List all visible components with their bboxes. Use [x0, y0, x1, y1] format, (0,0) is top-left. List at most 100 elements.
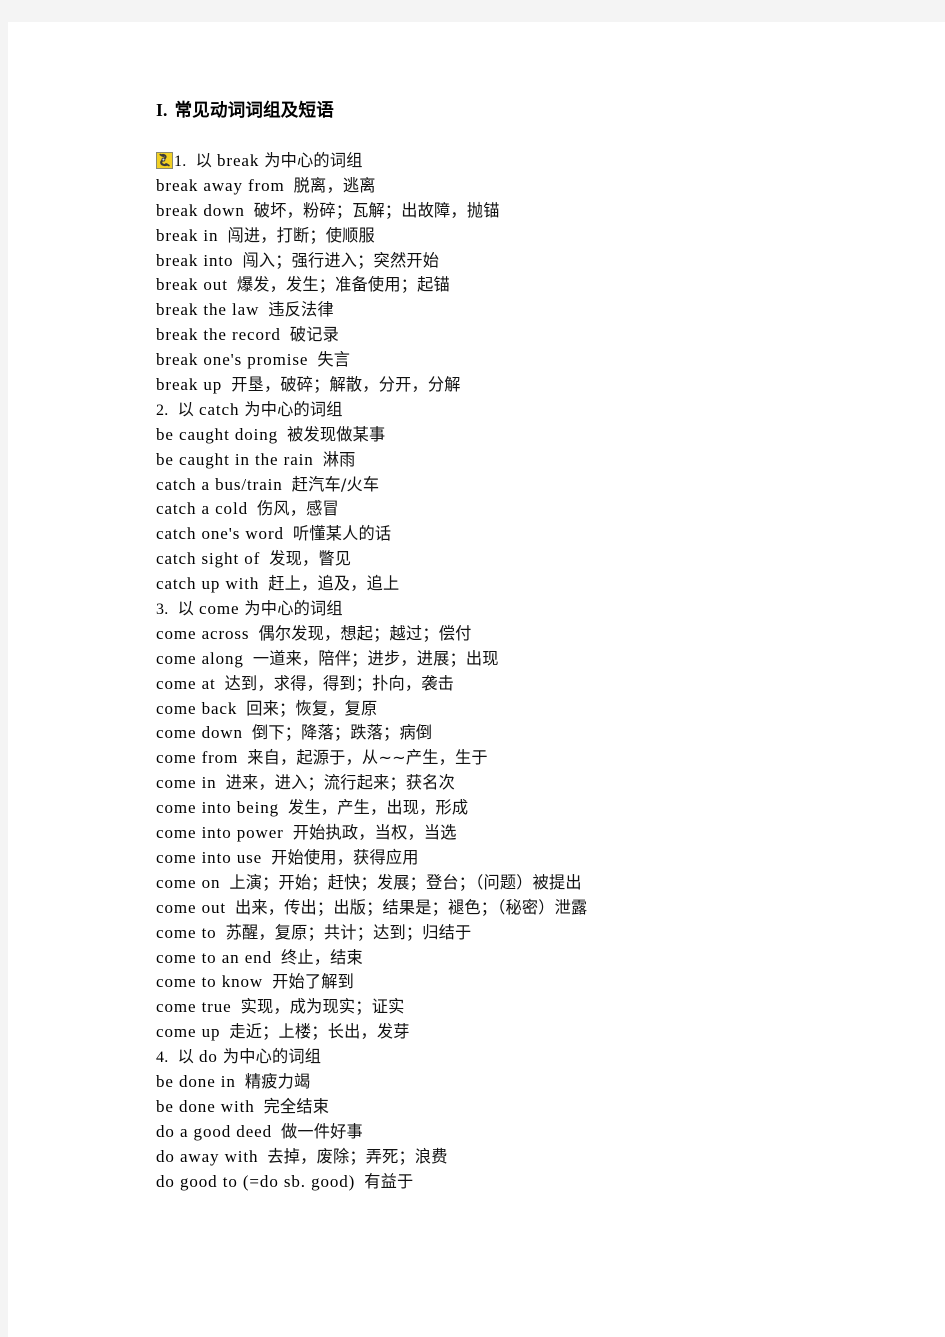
phrase-entry: break away from 脱离，逃离 — [156, 174, 908, 199]
phrase-chinese: 赶上，追及，追上 — [268, 574, 400, 594]
phrase-chinese: 发现，瞥见 — [269, 549, 352, 569]
phrase-chinese: 回来；恢复，复原 — [246, 698, 378, 718]
phrase-entry: come at 达到，求得，得到；扑向，袭击 — [156, 672, 908, 697]
phrase-chinese: 发生，产生，出现，形成 — [288, 798, 469, 818]
phrase-english: catch a cold — [156, 499, 248, 519]
phrase-entry: come up 走近；上楼；长出，发芽 — [156, 1020, 908, 1045]
phrase-english: break the law — [156, 300, 260, 320]
phrase-chinese: 破坏，粉碎；瓦解；出故障，抛锚 — [253, 200, 500, 220]
phrase-english: do good to (=do sb. good) — [156, 1171, 356, 1191]
phrase-english: come into being — [156, 798, 280, 818]
phrase-entry: be done with 完全结束 — [156, 1095, 908, 1120]
phrase-chinese: 有益于 — [364, 1171, 414, 1191]
phrase-entry: come in 进来，进入；流行起来；获名次 — [156, 771, 908, 796]
phrase-chinese: 听懂某人的话 — [292, 524, 392, 544]
phrase-chinese: 一道来，陪伴；进步，进展；出现 — [252, 648, 499, 668]
phrase-chinese: 达到，求得，得到；扑向，袭击 — [224, 673, 455, 693]
phrase-english: break down — [156, 200, 245, 220]
phrase-chinese: 开始使用，获得应用 — [271, 847, 419, 867]
phrase-entry: be caught in the rain 淋雨 — [156, 448, 908, 473]
section-title-keyword: do — [199, 1047, 218, 1067]
phrase-chinese: 苏醒，复原；共计；达到；归结于 — [225, 922, 472, 942]
phrase-english: come across — [156, 623, 250, 643]
phrase-entry: come along 一道来，陪伴；进步，进展；出现 — [156, 647, 908, 672]
phrase-english: be done with — [156, 1096, 255, 1116]
phrase-chinese: 进来，进入；流行起来；获名次 — [225, 773, 456, 793]
phrase-entry: catch up with 赶上，追及，追上 — [156, 572, 908, 597]
phrase-english: come up — [156, 1022, 221, 1042]
phrase-list: 1. 以 break 为中心的词组 break away from 脱离，逃离 break … — [148, 149, 908, 1194]
phrase-chinese: 去掉，废除；弄死；浪费 — [267, 1146, 448, 1166]
ole-object-icon[interactable] — [156, 152, 173, 169]
phrase-chinese: 上演；开始；赶快；发展；登台；（问题）被提出 — [229, 872, 582, 892]
phrase-english: come to an end — [156, 947, 272, 967]
phrase-entry: break one's promise 失言 — [156, 348, 908, 373]
section-number: 2. — [156, 401, 169, 419]
phrase-chinese: 爆发，发生；准备使用；起锚 — [236, 275, 450, 295]
phrase-entry: break up 开垦，破碎；解散，分开，分解 — [156, 373, 908, 398]
phrase-chinese: 脱离，逃离 — [293, 175, 376, 195]
phrase-chinese: 违反法律 — [268, 300, 334, 320]
phrase-entry: catch a cold 伤风，感冒 — [156, 497, 908, 522]
phrase-english: come to — [156, 922, 217, 942]
document-page: I. 常见动词词组及短语 1. 以 break 为中心的词组 break away fro… — [8, 22, 945, 1337]
section-heading: 2. 以 catch 为中心的词组 — [156, 398, 908, 423]
phrase-entry: break the record 破记录 — [156, 323, 908, 348]
phrase-entry: be caught doing 被发现做某事 — [156, 423, 908, 448]
section-title-keyword: catch — [199, 399, 240, 419]
phrase-entry: come to an end 终止，结束 — [156, 946, 908, 971]
section-title-prefix: 以 — [177, 599, 194, 619]
section-number: 1. — [174, 153, 187, 170]
phrase-english: break up — [156, 375, 223, 395]
phrase-chinese: 开垦，破碎；解散，分开，分解 — [231, 375, 461, 395]
phrase-english: come down — [156, 723, 243, 743]
phrase-entry: break the law 违反法律 — [156, 298, 908, 323]
phrase-chinese: 闯进，打断；使顺服 — [227, 225, 375, 245]
phrase-entry: come on 上演；开始；赶快；发展；登台；（问题）被提出 — [156, 871, 908, 896]
section-title-suffix: 为中心的词组 — [244, 399, 343, 419]
phrase-entry: come into use 开始使用，获得应用 — [156, 846, 908, 871]
phrase-entry: break down 破坏，粉碎；瓦解；出故障，抛锚 — [156, 199, 908, 224]
heading-numeral: I. — [156, 100, 168, 120]
section-title-keyword: come — [199, 599, 240, 619]
phrase-entry: break in 闯进，打断；使顺服 — [156, 224, 908, 249]
phrase-entry: come into being 发生，产生，出现，形成 — [156, 796, 908, 821]
phrase-chinese: 终止，结束 — [280, 947, 363, 967]
phrase-english: break out — [156, 275, 228, 295]
section-number: 4. — [156, 1049, 169, 1067]
phrase-english: come true — [156, 997, 232, 1017]
phrase-entry: break into 闯入；强行进入；突然开始 — [156, 249, 908, 274]
phrase-chinese: 出来，传出；出版；结果是；褪色；（秘密）泄露 — [235, 897, 588, 917]
section-number: 3. — [156, 601, 169, 619]
phrase-chinese: 完全结束 — [263, 1096, 330, 1116]
phrase-english: come out — [156, 897, 226, 917]
phrase-entry: come from 来自，起源于，从~~产生，生于 — [156, 746, 908, 771]
phrase-entry: come to know 开始了解到 — [156, 970, 908, 995]
phrase-english: catch a bus/train — [156, 474, 283, 494]
phrase-entry: catch sight of 发现，瞥见 — [156, 547, 908, 572]
phrase-entry: break out 爆发，发生；准备使用；起锚 — [156, 273, 908, 298]
phrase-english: come in — [156, 773, 217, 793]
phrase-entry: come true 实现，成为现实；证实 — [156, 995, 908, 1020]
phrase-chinese: 闯入；强行进入；突然开始 — [242, 250, 440, 270]
phrase-chinese: 来自，起源于，从~~产生，生于 — [247, 748, 488, 768]
phrase-english: be caught in the rain — [156, 449, 314, 469]
phrase-english: do a good deed — [156, 1121, 272, 1141]
phrase-english: be done in — [156, 1071, 236, 1091]
section-title-keyword: break — [217, 151, 260, 170]
phrase-english: catch one's word — [156, 524, 284, 544]
phrase-english: come into use — [156, 847, 263, 867]
phrase-english: come back — [156, 698, 238, 718]
phrase-english: catch up with — [156, 574, 260, 594]
phrase-chinese: 做一件好事 — [281, 1121, 363, 1141]
section-title-prefix: 以 — [177, 1047, 194, 1067]
phrase-chinese: 破记录 — [289, 325, 340, 345]
heading-spacer — [148, 123, 908, 149]
phrase-chinese: 偶尔发现，想起；越过；偿付 — [258, 623, 472, 643]
phrase-english: come at — [156, 673, 216, 693]
phrase-entry: do a good deed 做一件好事 — [156, 1120, 908, 1145]
phrase-chinese: 淋雨 — [322, 449, 356, 469]
phrase-chinese: 开始了解到 — [272, 972, 355, 992]
section-title-suffix: 为中心的词组 — [222, 1047, 322, 1067]
phrase-entry: do good to (=do sb. good) 有益于 — [156, 1170, 908, 1195]
